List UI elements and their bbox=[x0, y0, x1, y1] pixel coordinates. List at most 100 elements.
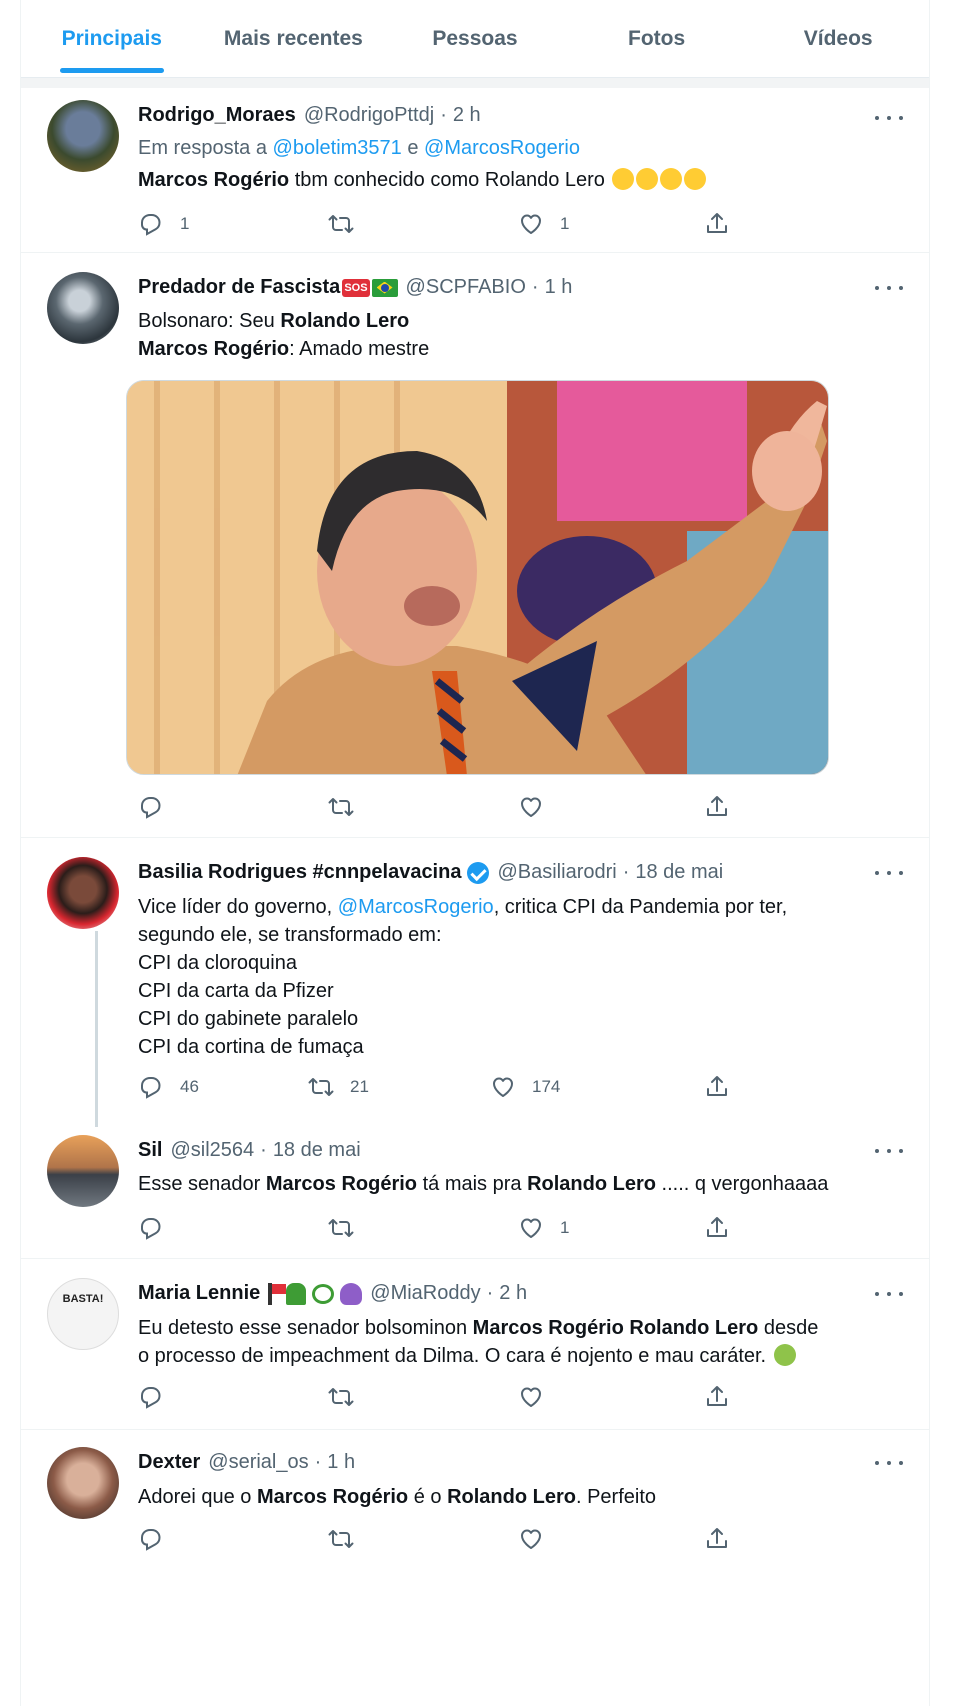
share-icon bbox=[707, 1076, 727, 1096]
laughing-emoji-icon bbox=[660, 168, 683, 190]
retweet-icon bbox=[328, 1219, 354, 1237]
tweet-time[interactable]: 18 de mai bbox=[273, 1139, 361, 1162]
tweet-text: Marcos Rogério: Amado mestre bbox=[138, 338, 430, 360]
cactus-emoji-icon bbox=[286, 1282, 307, 1305]
like-button[interactable]: 174 bbox=[490, 1072, 560, 1102]
heart-icon bbox=[521, 1529, 541, 1549]
tweet-time[interactable]: 2 h bbox=[499, 1282, 527, 1305]
author-handle[interactable]: @SCPFABIO bbox=[406, 276, 526, 299]
tab-mais-recentes[interactable]: Mais recentes bbox=[203, 0, 385, 77]
reply-button[interactable] bbox=[138, 792, 180, 822]
author-name[interactable]: Maria Lennie bbox=[138, 1282, 260, 1305]
laughing-emoji-icon bbox=[612, 168, 635, 190]
tweet-image[interactable] bbox=[126, 380, 829, 775]
retweet-icon bbox=[328, 1530, 354, 1548]
reply-button[interactable] bbox=[138, 1213, 180, 1243]
tweet-text: CPI da carta da Pfizer bbox=[138, 980, 334, 1002]
more-options-icon[interactable] bbox=[875, 108, 903, 128]
heart-icon bbox=[521, 214, 541, 234]
avatar[interactable]: BASTA! bbox=[47, 1278, 119, 1350]
brazil-flag-icon bbox=[371, 278, 398, 297]
mention-link[interactable]: @boletim3571 bbox=[273, 137, 402, 159]
verified-badge-icon bbox=[467, 861, 490, 884]
reply-button[interactable] bbox=[138, 1524, 180, 1554]
avatar[interactable] bbox=[47, 1135, 119, 1207]
tweet-time[interactable]: 1 h bbox=[327, 1451, 355, 1474]
mention-link[interactable]: @MarcosRogerio bbox=[424, 137, 580, 159]
reply-button[interactable]: 46 bbox=[138, 1072, 199, 1102]
tab-videos[interactable]: Vídeos bbox=[747, 0, 929, 77]
author-handle[interactable]: @RodrigoPttdj bbox=[304, 104, 434, 127]
more-options-icon[interactable] bbox=[875, 1453, 903, 1473]
separator-dot: · bbox=[314, 1451, 322, 1473]
author-handle[interactable]: @sil2564 bbox=[170, 1139, 254, 1162]
reply-button[interactable] bbox=[138, 1382, 180, 1412]
avatar[interactable] bbox=[47, 1447, 119, 1519]
heart-icon bbox=[521, 1218, 541, 1238]
reply-button[interactable]: 1 bbox=[138, 209, 189, 239]
retweet-button[interactable] bbox=[328, 1382, 370, 1412]
vomiting-face-emoji-icon bbox=[773, 1344, 796, 1366]
tweet-basilia[interactable]: Basilia Rodrigues #cnnpelavacina @Basili… bbox=[21, 839, 929, 1127]
author-name[interactable]: Rodrigo_Moraes bbox=[138, 104, 296, 127]
share-button[interactable] bbox=[704, 792, 730, 822]
tweet-maria[interactable]: BASTA! Maria Lennie @MiaRoddy · 2 h Eu d… bbox=[21, 1260, 929, 1430]
like-button[interactable]: 1 bbox=[518, 1213, 569, 1243]
sloth-emoji-icon bbox=[312, 1283, 335, 1304]
retweet-icon bbox=[308, 1078, 334, 1096]
share-icon bbox=[707, 213, 727, 233]
more-options-icon[interactable] bbox=[875, 278, 903, 298]
tweet-time[interactable]: 18 de mai bbox=[635, 861, 723, 884]
share-button[interactable] bbox=[704, 1213, 730, 1243]
author-handle[interactable]: @Basiliarodri bbox=[497, 861, 616, 884]
tweet-text: CPI da cortina de fumaça bbox=[138, 1036, 364, 1058]
author-name[interactable]: Dexter bbox=[138, 1451, 200, 1474]
author-handle[interactable]: @serial_os bbox=[208, 1451, 308, 1474]
more-options-icon[interactable] bbox=[875, 1141, 903, 1161]
retweet-button[interactable] bbox=[328, 1213, 370, 1243]
like-button[interactable] bbox=[518, 1524, 560, 1554]
tweet-rodrigo[interactable]: Rodrigo_Moraes @RodrigoPttdj · 2 h Em re… bbox=[21, 88, 929, 253]
separator-dot: · bbox=[260, 1139, 267, 1161]
author-handle[interactable]: @MiaRoddy bbox=[370, 1282, 480, 1305]
avatar[interactable] bbox=[47, 857, 119, 929]
share-button[interactable] bbox=[704, 1524, 730, 1554]
tabs-divider bbox=[21, 78, 929, 88]
like-button[interactable] bbox=[518, 1382, 560, 1412]
heart-icon bbox=[521, 797, 541, 817]
author-name[interactable]: Predador de Fascista bbox=[138, 276, 340, 299]
retweet-icon bbox=[328, 1388, 354, 1406]
heart-icon bbox=[493, 1077, 513, 1097]
share-button[interactable] bbox=[704, 1382, 730, 1412]
tab-pessoas[interactable]: Pessoas bbox=[384, 0, 566, 77]
tweet-dexter[interactable]: Dexter @serial_os · 1 h Adorei que o Mar… bbox=[21, 1431, 929, 1706]
tweet-text: Vice líder do governo, @MarcosRogerio, c… bbox=[138, 896, 788, 918]
author-name[interactable]: Basilia Rodrigues #cnnpelavacina bbox=[138, 861, 461, 884]
more-options-icon[interactable] bbox=[875, 1284, 903, 1304]
tab-fotos[interactable]: Fotos bbox=[566, 0, 748, 77]
share-button[interactable] bbox=[704, 209, 730, 239]
retweet-button[interactable] bbox=[328, 792, 370, 822]
avatar[interactable] bbox=[47, 272, 119, 344]
mention-link[interactable]: @MarcosRogerio bbox=[338, 896, 494, 918]
avatar[interactable] bbox=[47, 100, 119, 172]
retweet-button[interactable] bbox=[328, 1524, 370, 1554]
more-options-icon[interactable] bbox=[875, 863, 903, 883]
retweet-button[interactable] bbox=[328, 209, 370, 239]
tweet-time[interactable]: 1 h bbox=[545, 276, 573, 299]
tweet-text: o processo de impeachment da Dilma. O ca… bbox=[138, 1341, 796, 1371]
retweet-button[interactable]: 21 bbox=[308, 1072, 369, 1102]
reply-icon bbox=[141, 1218, 161, 1239]
like-button[interactable] bbox=[518, 792, 560, 822]
share-icon bbox=[707, 1386, 727, 1406]
share-button[interactable] bbox=[704, 1072, 730, 1102]
tweet-time[interactable]: 2 h bbox=[453, 104, 481, 127]
author-name[interactable]: Sil bbox=[138, 1139, 162, 1162]
tweet-sil[interactable]: Sil @sil2564 · 18 de mai Esse senador Ma… bbox=[21, 1119, 929, 1259]
tweet-predador[interactable]: Predador de Fascista SOS @SCPFABIO · 1 h … bbox=[21, 254, 929, 838]
laughing-emoji-icon bbox=[636, 168, 659, 190]
flag-emoji-icon bbox=[268, 1282, 287, 1305]
reply-icon bbox=[141, 1529, 161, 1550]
tab-principais[interactable]: Principais bbox=[21, 0, 203, 77]
like-button[interactable]: 1 bbox=[518, 209, 569, 239]
